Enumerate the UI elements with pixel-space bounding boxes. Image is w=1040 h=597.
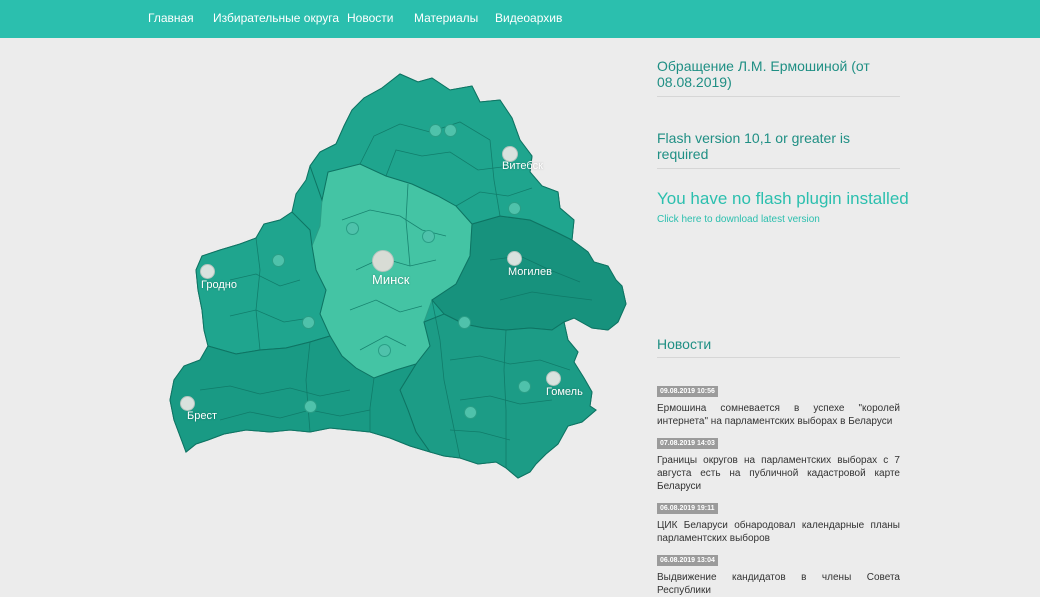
news-date-badge: 07.08.2019 14:03 bbox=[657, 438, 718, 449]
news-item[interactable]: 06.08.2019 13:04 Выдвижение кандидатов в… bbox=[657, 549, 900, 597]
news-text[interactable]: Границы округов на парламентских выборах… bbox=[657, 454, 900, 493]
city-label-brest: Брест bbox=[187, 410, 217, 422]
news-item[interactable]: 06.08.2019 19:11 ЦИК Беларуси обнародова… bbox=[657, 497, 900, 545]
flash-download-link[interactable]: Click here to download latest version bbox=[657, 214, 820, 225]
city-marker-brest[interactable] bbox=[180, 396, 195, 411]
appeal-title[interactable]: Обращение Л.М. Ермошиной (от 08.08.2019) bbox=[657, 58, 877, 90]
district-marker[interactable] bbox=[422, 230, 435, 243]
city-label-grodno: Гродно bbox=[201, 279, 237, 291]
electoral-districts-map[interactable]: Витебск Могилев Минск Гродно Брест Гомел… bbox=[160, 60, 640, 490]
divider bbox=[657, 357, 900, 358]
city-marker-grodno[interactable] bbox=[200, 264, 215, 279]
city-label-gomel: Гомель bbox=[546, 386, 583, 398]
news-date-badge: 06.08.2019 13:04 bbox=[657, 555, 718, 566]
district-marker[interactable] bbox=[458, 316, 471, 329]
news-text[interactable]: Выдвижение кандидатов в члены Совета Рес… bbox=[657, 571, 900, 597]
news-text[interactable]: Ермошина сомневается в успехе "королей и… bbox=[657, 402, 900, 428]
district-marker[interactable] bbox=[302, 316, 315, 329]
city-marker-gomel[interactable] bbox=[546, 371, 561, 386]
district-marker[interactable] bbox=[518, 380, 531, 393]
flash-missing-text: You have no flash plugin installed bbox=[657, 189, 909, 208]
nav-item-materials[interactable]: Материалы bbox=[414, 11, 478, 25]
district-marker[interactable] bbox=[444, 124, 457, 137]
news-heading: Новости bbox=[657, 336, 712, 352]
district-marker[interactable] bbox=[272, 254, 285, 267]
nav-item-video-archive[interactable]: Видеоархив bbox=[495, 11, 562, 25]
news-date-badge: 06.08.2019 19:11 bbox=[657, 503, 718, 514]
city-marker-minsk[interactable] bbox=[372, 250, 394, 272]
city-label-vitebsk: Витебск bbox=[502, 160, 543, 172]
city-marker-mogilev[interactable] bbox=[507, 251, 522, 266]
news-date-badge: 09.08.2019 10:56 bbox=[657, 386, 718, 397]
district-marker[interactable] bbox=[464, 406, 477, 419]
city-label-mogilev: Могилев bbox=[508, 266, 552, 278]
news-text[interactable]: ЦИК Беларуси обнародовал календарные пла… bbox=[657, 519, 900, 545]
news-item[interactable]: 09.08.2019 10:56 Ермошина сомневается в … bbox=[657, 380, 900, 428]
divider bbox=[657, 96, 900, 97]
city-label-minsk: Минск bbox=[372, 272, 410, 287]
district-marker[interactable] bbox=[378, 344, 391, 357]
flash-required-text: Flash version 10,1 or greater is require… bbox=[657, 130, 850, 162]
nav-item-news[interactable]: Новости bbox=[347, 11, 393, 25]
nav-item-districts[interactable]: Избирательные округа bbox=[213, 11, 339, 25]
district-marker[interactable] bbox=[304, 400, 317, 413]
district-marker[interactable] bbox=[508, 202, 521, 215]
news-item[interactable]: 07.08.2019 14:03 Границы округов на парл… bbox=[657, 432, 900, 493]
nav-item-home[interactable]: Главная bbox=[148, 11, 194, 25]
district-marker[interactable] bbox=[429, 124, 442, 137]
top-navigation: Главная Избирательные округа Новости Мат… bbox=[0, 0, 1040, 38]
divider bbox=[657, 168, 900, 169]
district-marker[interactable] bbox=[346, 222, 359, 235]
